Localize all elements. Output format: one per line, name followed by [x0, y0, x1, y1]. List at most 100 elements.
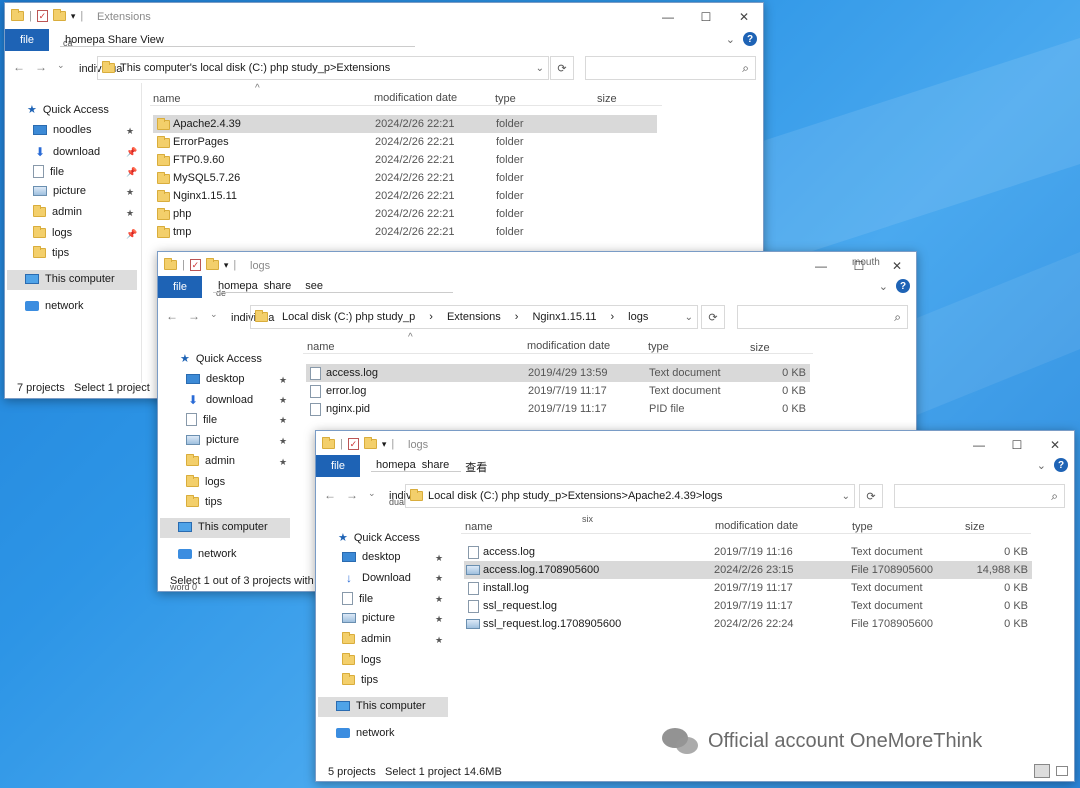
file-row[interactable]: nginx.pid 2019/7/19 11:17 PID file 0 KB — [306, 400, 810, 418]
address-bar[interactable]: Local disk (C:) php study_p › Extensions… — [250, 305, 698, 329]
recent-dropdown-icon[interactable]: ⌄ — [57, 60, 65, 74]
file-row[interactable]: tmp 2024/2/26 22:21 folder — [153, 223, 657, 241]
address-dropdown-icon[interactable]: ⌄ — [536, 63, 544, 74]
sidebar-item-noodles[interactable]: noodles — [33, 124, 92, 136]
folder-icon[interactable] — [11, 9, 24, 21]
file-row[interactable]: ssl_request.log 2019/7/19 11:17 Text doc… — [464, 597, 1032, 615]
file-tab[interactable]: file — [158, 276, 202, 298]
sidebar-item-tips[interactable]: tips — [186, 495, 222, 508]
sidebar-item-logs[interactable]: logs — [186, 475, 225, 488]
pin-icon[interactable]: 📌 — [126, 167, 137, 178]
tab-share[interactable]: share — [422, 459, 450, 475]
forward-arrow-icon[interactable]: → — [188, 309, 200, 323]
file-row[interactable]: error.log 2019/7/19 11:17 Text document … — [306, 382, 810, 400]
new-folder-icon[interactable] — [363, 437, 377, 449]
pin-icon[interactable]: ★ — [126, 187, 134, 198]
sidebar-item-file[interactable]: file — [33, 165, 64, 178]
file-row[interactable]: php 2024/2/26 22:21 folder — [153, 205, 657, 223]
column-header-name[interactable]: name — [307, 341, 335, 353]
sidebar-item-admin[interactable]: admin — [33, 205, 82, 218]
back-arrow-icon[interactable]: ← — [13, 60, 25, 74]
pin-icon[interactable]: ★ — [435, 573, 443, 584]
sidebar-item-download[interactable]: ⬇ download — [186, 393, 253, 407]
tab-home[interactable]: homepa — [218, 280, 258, 292]
breadcrumb-segment[interactable]: logs — [628, 311, 648, 323]
address-bar[interactable]: Local disk (C:) php study_p>Extensions>A… — [405, 484, 855, 508]
address-dropdown-icon[interactable]: ⌄ — [685, 312, 693, 323]
quick-access[interactable]: ★ Quick Access — [180, 352, 262, 366]
breadcrumb-segment[interactable]: Nginx1.15.11 — [532, 311, 596, 323]
address-dropdown-icon[interactable]: ⌄ — [842, 491, 850, 502]
sidebar-item-logs[interactable]: logs — [33, 226, 72, 239]
column-header-date[interactable]: modification date — [374, 92, 457, 104]
pin-icon[interactable]: ★ — [126, 126, 134, 137]
file-tab[interactable]: file — [316, 455, 360, 477]
help-icon[interactable]: ? — [743, 32, 757, 46]
folder-icon[interactable] — [322, 437, 335, 449]
details-view-icon[interactable] — [1034, 764, 1050, 778]
sidebar-item-tips[interactable]: tips — [342, 673, 378, 686]
file-row[interactable]: FTP0.9.60 2024/2/26 22:21 folder — [153, 151, 657, 169]
file-row[interactable]: ErrorPages 2024/2/26 22:21 folder — [153, 133, 657, 151]
file-row[interactable]: Apache2.4.39 2024/2/26 22:21 folder — [153, 115, 657, 133]
pin-icon[interactable]: ★ — [435, 635, 443, 646]
forward-arrow-icon[interactable]: → — [346, 488, 358, 502]
tab-home[interactable]: homepa — [376, 459, 416, 475]
sidebar-item-admin[interactable]: admin — [186, 454, 235, 467]
column-header-size[interactable]: size — [597, 93, 617, 105]
help-icon[interactable]: ? — [1054, 458, 1068, 472]
folder-icon[interactable] — [164, 258, 177, 270]
minimize-button[interactable]: — — [649, 3, 687, 31]
sidebar-item-download[interactable]: ↓ Download — [342, 571, 411, 585]
refresh-button[interactable]: ⟳ — [859, 484, 883, 508]
sidebar-item-picture[interactable]: picture — [342, 612, 395, 624]
file-row[interactable]: access.log 2019/7/19 11:16 Text document… — [464, 543, 1032, 561]
sidebar-item-network[interactable]: network — [25, 300, 84, 312]
pin-icon[interactable]: ★ — [435, 614, 443, 625]
file-row[interactable]: access.log.1708905600 2024/2/26 23:15 Fi… — [464, 561, 1032, 579]
back-arrow-icon[interactable]: ← — [324, 488, 336, 502]
quick-access[interactable]: ★ Quick Access — [27, 103, 109, 117]
recent-dropdown-icon[interactable]: ⌄ — [210, 309, 218, 323]
search-input[interactable]: ⌕ — [894, 484, 1065, 508]
column-header-type[interactable]: type — [648, 341, 669, 353]
customize-dropdown-icon[interactable]: ▾ — [382, 439, 387, 450]
close-button[interactable]: ✕ — [725, 3, 763, 31]
customize-dropdown-icon[interactable]: ▾ — [224, 260, 229, 271]
sidebar-item-admin[interactable]: admin — [342, 632, 391, 645]
pin-icon[interactable]: ★ — [279, 415, 287, 426]
large-icons-view-icon[interactable] — [1056, 766, 1068, 776]
tab-view[interactable]: 查看 — [465, 459, 487, 475]
sidebar-item-desktop[interactable]: desktop — [342, 551, 401, 563]
address-bar[interactable]: This computer's local disk (C:) php stud… — [97, 56, 549, 80]
pin-icon[interactable]: ★ — [435, 553, 443, 564]
sidebar-item-network[interactable]: network — [178, 548, 237, 560]
maximize-button[interactable]: ☐ — [687, 3, 725, 31]
pin-icon[interactable]: 📌 — [126, 147, 137, 158]
breadcrumb-segment[interactable]: Extensions — [447, 311, 501, 323]
quick-access[interactable]: ★ Quick Access — [338, 531, 420, 545]
sidebar-item-logs[interactable]: logs — [342, 653, 381, 666]
column-header-type[interactable]: type — [495, 93, 516, 105]
recent-dropdown-icon[interactable]: ⌄ — [368, 488, 376, 502]
column-header-date[interactable]: modification date — [527, 340, 610, 352]
pin-icon[interactable]: ★ — [126, 208, 134, 219]
pin-icon[interactable]: ★ — [435, 594, 443, 605]
tab-view[interactable]: see — [305, 280, 323, 292]
sidebar-item-file[interactable]: file — [186, 413, 217, 426]
sidebar-item-this-computer[interactable]: This computer — [336, 700, 426, 712]
sidebar-item-download[interactable]: ⬇ download — [33, 145, 100, 159]
sidebar-item-tips[interactable]: tips — [33, 246, 69, 259]
sidebar-item-this-computer[interactable]: This computer — [178, 521, 268, 533]
new-folder-icon[interactable] — [52, 9, 66, 21]
properties-icon[interactable]: ✓ — [347, 438, 359, 450]
column-header-size[interactable]: size — [965, 521, 985, 533]
file-row[interactable]: access.log 2019/4/29 13:59 Text document… — [306, 364, 810, 382]
ribbon-expand-icon[interactable]: ⌄ — [726, 33, 735, 46]
column-header-date[interactable]: modification date — [715, 520, 798, 532]
breadcrumb-segment[interactable]: Local disk (C:) php study_p — [282, 311, 415, 323]
tab-share[interactable]: share — [264, 280, 292, 292]
back-arrow-icon[interactable]: ← — [166, 309, 178, 323]
sidebar-item-file[interactable]: file — [342, 592, 373, 605]
help-icon[interactable]: ? — [896, 279, 910, 293]
